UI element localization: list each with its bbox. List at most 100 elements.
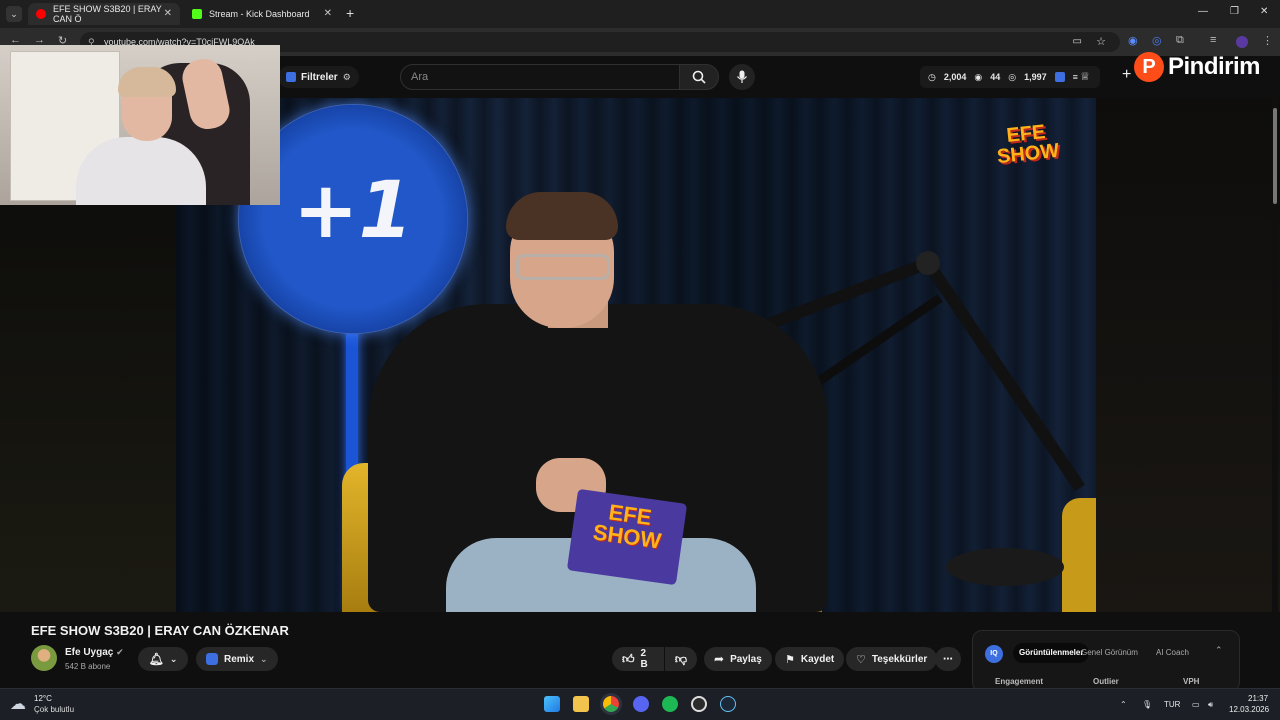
share-button[interactable]: ➦ Paylaş	[704, 647, 772, 671]
efe-show-logo: EFE SHOW	[988, 120, 1066, 168]
new-tab-button[interactable]: +	[346, 5, 354, 21]
analytics-tab-overview[interactable]: Genel Görünüm	[1081, 643, 1138, 663]
filters-button[interactable]: Filtreler ⚙	[278, 66, 359, 88]
page-scrollbar[interactable]	[1272, 98, 1278, 688]
media-icon[interactable]: ≡	[1210, 34, 1216, 46]
bookmark-star-icon[interactable]: ☆	[1096, 32, 1106, 52]
filters-label: Filtreler	[301, 71, 338, 83]
notification-bell-button[interactable]: 🔔︎ ⌄	[138, 647, 188, 671]
right-dark-panel	[1096, 98, 1280, 612]
voice-search-button[interactable]	[729, 64, 755, 90]
efe-show-book: EFE SHOW	[566, 488, 688, 586]
search-input[interactable]: Ara	[400, 64, 680, 90]
remix-label: Remix	[224, 653, 255, 665]
obs-icon[interactable]	[691, 696, 707, 712]
share-arrow-icon: ➦	[714, 652, 725, 666]
analytics-logo-icon: IQ	[985, 645, 1003, 663]
bell-icon: 🔔︎	[148, 652, 164, 666]
video-title: EFE SHOW S3B20 | ERAY CAN ÖZKENAR	[31, 623, 289, 638]
col-vph: VPH	[1183, 677, 1200, 686]
stat-watching: 44	[990, 72, 1001, 82]
restore-button[interactable]: ❐	[1230, 6, 1239, 17]
microphone-tray-icon[interactable]: 🎙︎	[1142, 700, 1152, 709]
thanks-button[interactable]: ♡ Teşekkürler	[846, 647, 938, 671]
profile-avatar[interactable]	[1236, 36, 1248, 48]
pindirim-logo-icon: P	[1134, 52, 1164, 82]
stat-count: 1,997	[1024, 72, 1047, 82]
webcam-person-body	[76, 137, 206, 205]
analytics-panel: IQ Görüntülenmeler Genel Görünüm AI Coac…	[972, 630, 1240, 692]
tab-kick[interactable]: Stream - Kick Dashboard ✕	[184, 3, 340, 25]
discord-icon[interactable]	[633, 696, 649, 712]
cast-icon[interactable]: ▭	[1073, 32, 1082, 52]
youtube-favicon-icon	[36, 9, 46, 19]
close-tab-icon[interactable]: ✕	[324, 8, 332, 19]
scrollbar-thumb[interactable]	[1273, 108, 1277, 204]
close-window-button[interactable]: ✕	[1260, 6, 1268, 17]
dislike-button[interactable]: 👎︎	[665, 647, 697, 671]
more-actions-button[interactable]: ⋯	[935, 647, 961, 671]
menu-dots-icon[interactable]: ⋮	[1262, 34, 1273, 47]
close-tab-icon[interactable]: ✕	[164, 8, 172, 19]
extension-icon[interactable]: ◎	[1152, 34, 1162, 47]
chevron-down-icon: ⌄	[260, 653, 268, 664]
clock-date[interactable]: 12.03.2026	[1229, 705, 1269, 714]
pindirim-label: Pindirim	[1168, 53, 1261, 80]
share-label: Paylaş	[730, 653, 762, 665]
chrome-icon[interactable]	[603, 696, 619, 712]
analytics-tab-views[interactable]: Görüntülenmeler	[1013, 643, 1090, 663]
browser-tab-bar: ⌄ EFE SHOW S3B20 | ERAY CAN Ö ✕ Stream -…	[0, 0, 1280, 28]
like-button[interactable]: 👍︎ 2 B	[612, 647, 664, 671]
verified-icon: ✔	[116, 647, 124, 657]
tab-list-button[interactable]: ⌄	[6, 6, 22, 22]
more-dots-icon: ⋯	[943, 653, 953, 665]
webcam-person-hair	[118, 67, 176, 97]
channel-name-text: Efe Uygaç	[65, 647, 114, 658]
analytics-tab-ai-coach[interactable]: AI Coach	[1156, 643, 1189, 663]
thanks-label: Teşekkürler	[871, 653, 928, 665]
list-icon: ≡	[1072, 72, 1078, 82]
side-table	[946, 548, 1064, 586]
chevron-up-icon[interactable]: ⌃	[1215, 645, 1223, 656]
subscriber-count: 542 B abone	[65, 662, 111, 671]
sliders-icon: ⚙	[342, 71, 351, 82]
save-button[interactable]: ⚑ Kaydet	[775, 647, 845, 671]
microphone-icon	[737, 70, 747, 83]
network-icon[interactable]: ▭	[1192, 700, 1200, 709]
save-label: Kaydet	[800, 653, 835, 665]
channel-avatar[interactable]	[31, 645, 57, 671]
language-indicator[interactable]: TUR	[1164, 700, 1180, 709]
thumbs-up-icon: 👍︎	[622, 651, 635, 666]
windows-start-icon[interactable]	[544, 696, 560, 712]
extension-logo-icon	[1054, 72, 1065, 82]
puzzle-icon[interactable]: ⧉	[1176, 34, 1184, 47]
extension-icon[interactable]: ◉	[1128, 34, 1138, 47]
volume-icon[interactable]: 🔊︎	[1208, 700, 1213, 710]
clock-icon: ◷	[928, 71, 936, 82]
kick-favicon-icon	[192, 9, 202, 19]
stat-views: 2,004	[943, 72, 967, 82]
remix-button[interactable]: Remix ⌄	[196, 647, 278, 671]
tray-chevron-icon[interactable]: ⌃	[1120, 700, 1127, 709]
like-count: 2 B	[640, 648, 648, 670]
tab-youtube[interactable]: EFE SHOW S3B20 | ERAY CAN Ö ✕	[28, 3, 180, 25]
thumbs-down-icon: 👎︎	[674, 651, 688, 666]
eye-icon: ◎	[1008, 71, 1017, 82]
steam-icon[interactable]	[720, 696, 736, 712]
channel-name[interactable]: Efe Uygaç ✔	[65, 647, 124, 658]
filter-logo-icon	[286, 72, 296, 82]
file-explorer-icon[interactable]	[573, 696, 589, 712]
weather-cloud-icon[interactable]: ☁	[10, 694, 26, 714]
search-button[interactable]	[679, 64, 719, 90]
create-icon[interactable]: +	[1122, 66, 1131, 84]
webcam-overlay	[0, 45, 280, 205]
spotify-icon[interactable]	[662, 696, 678, 712]
trophy-icon[interactable]: ♕	[1080, 70, 1090, 83]
host-glasses	[516, 254, 610, 280]
minimize-button[interactable]: —	[1198, 6, 1208, 17]
tab-youtube-label: EFE SHOW S3B20 | ERAY CAN Ö	[53, 4, 162, 24]
clock-time[interactable]: 21:37	[1248, 694, 1268, 703]
bookmark-icon: ⚑	[785, 653, 795, 666]
channel-stats-pill: ◷ 2,004 ◉ 44 ◎ 1,997 ≡	[920, 66, 1100, 88]
search-icon	[692, 70, 706, 84]
